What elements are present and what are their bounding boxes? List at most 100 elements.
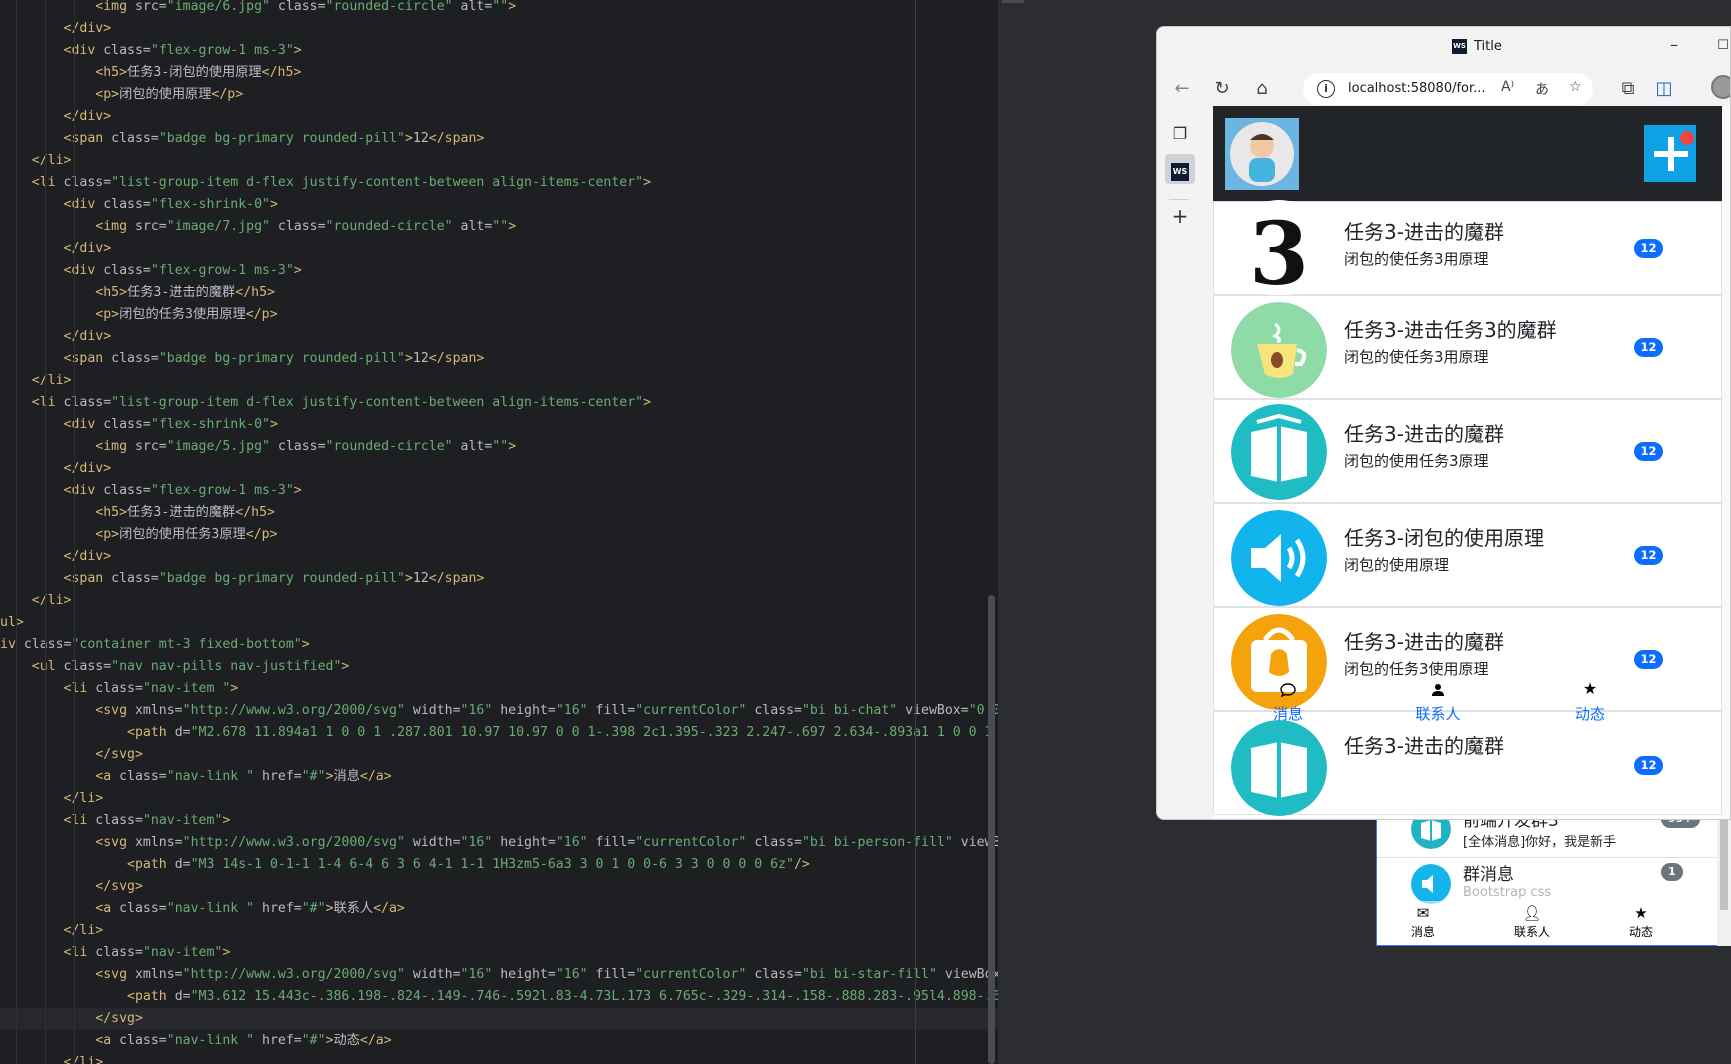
nav-messages[interactable]: ✉ 消息 <box>1393 901 1453 940</box>
code-line[interactable]: <li class="nav-item"> <box>0 942 998 964</box>
code-line[interactable]: <p>闭包的使用任务3原理</p> <box>0 524 998 546</box>
nav-moments[interactable]: ★ 动态 <box>1611 901 1671 940</box>
translate-icon[interactable]: あ <box>1535 79 1549 99</box>
code-line[interactable]: <div class="flex-grow-1 ms-3"> <box>0 480 998 502</box>
code-line[interactable]: <svg xmlns="http://www.w3.org/2000/svg" … <box>0 700 998 722</box>
maximize-button[interactable]: ☐ <box>1713 35 1730 57</box>
code-line[interactable]: <span class="badge bg-primary rounded-pi… <box>0 348 998 370</box>
tab-actions-icon[interactable]: ❐ <box>1165 119 1195 149</box>
code-line[interactable]: <span class="badge bg-primary rounded-pi… <box>0 568 998 590</box>
code-line[interactable]: </svg> <box>0 1008 998 1030</box>
code-line[interactable]: <h5>任务3-进击的魔群</h5> <box>0 502 998 524</box>
envelope-icon: ✉ <box>1416 904 1430 922</box>
code-line[interactable]: <li class="nav-item "> <box>0 678 998 700</box>
code-line[interactable]: <div class="flex-shrink-0"> <box>0 414 998 436</box>
code-line[interactable]: <div class="flex-grow-1 ms-3"> <box>0 260 998 282</box>
code-line[interactable]: <img src="image/5.jpg" class="rounded-ci… <box>0 436 998 458</box>
add-button[interactable] <box>1644 125 1696 182</box>
code-line[interactable]: </div> <box>0 326 998 348</box>
favorites-icon[interactable]: ☆ <box>1569 79 1582 95</box>
browser-essentials-icon[interactable]: ◫ <box>1649 75 1679 103</box>
code-token: width= <box>404 967 461 982</box>
code-line[interactable]: <h5>任务3-闭包的使用原理</h5> <box>0 62 998 84</box>
back-arrow-icon[interactable]: ← <box>1167 75 1197 103</box>
code-line[interactable]: </div> <box>0 458 998 480</box>
editor-scrollbar[interactable] <box>988 595 995 1064</box>
code-line[interactable]: <path d="M3 14s-1 0-1-1 1-4 6-4 6 3 6 4-… <box>0 854 998 876</box>
person-icon <box>1398 677 1478 703</box>
code-token: </p> <box>245 527 278 542</box>
code-line[interactable]: </li> <box>0 370 998 392</box>
read-aloud-icon[interactable]: A⁾ <box>1501 79 1514 95</box>
code-line[interactable]: <p>闭包的任务3使用原理</p> <box>0 304 998 326</box>
code-line[interactable]: <span class="badge bg-primary rounded-pi… <box>0 128 998 150</box>
list-item[interactable]: 3 任务3-进击的魔群 闭包的使任务3用原理 12 <box>1213 200 1722 296</box>
nav-contacts[interactable]: 👤︎ 联系人 <box>1502 901 1562 940</box>
code-line[interactable]: <path d="M2.678 11.894a1 1 0 0 1 .287.80… <box>0 722 998 744</box>
refresh-icon[interactable]: ↻ <box>1207 75 1237 103</box>
code-line[interactable]: <svg xmlns="http://www.w3.org/2000/svg" … <box>0 832 998 854</box>
status-badge: 12 <box>1634 546 1663 565</box>
code-line[interactable]: <h5>任务3-进击的魔群</h5> <box>0 282 998 304</box>
code-line[interactable]: </svg> <box>0 876 998 898</box>
code-token: class= <box>111 571 159 586</box>
code-line[interactable]: </div> <box>0 106 998 128</box>
code-line[interactable]: <div class="flex-grow-1 ms-3"> <box>0 40 998 62</box>
code-line[interactable]: <a class="nav-link " href="#">消息</a> <box>0 766 998 788</box>
code-line[interactable]: </li> <box>0 1052 998 1064</box>
code-line[interactable]: <a class="nav-link " href="#">动态</a> <box>0 1030 998 1052</box>
code-line[interactable]: <li class="nav-item"> <box>0 810 998 832</box>
code-line[interactable]: <ul class="nav nav-pills nav-justified"> <box>0 656 998 678</box>
nav-messages[interactable]: 消息 <box>1248 677 1328 724</box>
list-item[interactable]: 任务3-闭包的使用原理 闭包的使用原理 12 <box>1213 503 1722 607</box>
address-bar[interactable]: i localhost:58080/for... A⁾ あ ☆ <box>1303 73 1593 105</box>
code-line[interactable]: </li> <box>0 590 998 612</box>
code-line[interactable]: iv class="container mt-3 fixed-bottom"> <box>0 634 998 656</box>
profile-icon[interactable] <box>1711 75 1730 99</box>
page-scrollbar[interactable] <box>1717 800 1731 946</box>
new-tab-icon[interactable]: + <box>1165 201 1195 231</box>
code-line[interactable]: <li class="list-group-item d-flex justif… <box>0 392 998 414</box>
code-editor[interactable]: <img src="image/6.jpg" class="rounded-ci… <box>0 0 998 1064</box>
avatar[interactable] <box>1225 118 1299 190</box>
code-line[interactable]: </div> <box>0 546 998 568</box>
code-token: <svg <box>95 967 135 982</box>
code-token: "http://www.w3.org/2000/svg" <box>182 703 405 718</box>
list-item[interactable]: 任务3-进击任务3的魔群 闭包的使任务3用原理 12 <box>1213 295 1722 399</box>
code-line[interactable]: <div class="flex-shrink-0"> <box>0 194 998 216</box>
code-lines[interactable]: <img src="image/6.jpg" class="rounded-ci… <box>0 0 998 1064</box>
home-icon[interactable]: ⌂ <box>1247 75 1277 103</box>
sidebar-tab-webstorm[interactable]: WS <box>1165 154 1195 184</box>
code-token: class= <box>103 197 151 212</box>
nav-contacts[interactable]: 联系人 <box>1398 677 1478 724</box>
code-line[interactable]: <p>闭包的使用原理</p> <box>0 84 998 106</box>
title-bar[interactable]: WS Title – ☐ <box>1157 27 1730 67</box>
page-scrollbar[interactable] <box>1722 106 1730 819</box>
code-line[interactable]: </svg> <box>0 744 998 766</box>
extensions-icon[interactable]: ⧉ <box>1613 75 1643 103</box>
code-line[interactable]: <img src="image/7.jpg" class="rounded-ci… <box>0 216 998 238</box>
code-line[interactable]: <a class="nav-link " href="#">联系人</a> <box>0 898 998 920</box>
code-line[interactable]: <li class="list-group-item d-flex justif… <box>0 172 998 194</box>
code-line[interactable]: </li> <box>0 920 998 942</box>
code-line[interactable]: ul> <box>0 612 998 634</box>
code-line[interactable]: <img src="image/6.jpg" class="rounded-ci… <box>0 0 998 18</box>
nav-moments[interactable]: ★ 动态 <box>1550 677 1630 724</box>
code-line[interactable]: </div> <box>0 238 998 260</box>
code-line[interactable]: <path d="M3.612 15.443c-.386.198-.824-.1… <box>0 986 998 1008</box>
info-icon[interactable]: i <box>1317 80 1335 98</box>
minimize-button[interactable]: – <box>1662 35 1686 57</box>
list-item[interactable]: 任务3-进击的魔群 闭包的使用任务3原理 12 <box>1213 399 1722 503</box>
page-viewport[interactable]: 3 任务3-进击的魔群 闭包的使任务3用原理 12 任务3-进击任务3的魔群 闭… <box>1213 106 1730 819</box>
background-browser-window[interactable]: 前端开发群3 [全体消息]你好，我是新手 99+ 群消息 Bootstrap c… <box>1376 800 1731 946</box>
code-line[interactable]: </li> <box>0 150 998 172</box>
code-line[interactable]: </li> <box>0 788 998 810</box>
chat-icon <box>1248 677 1328 703</box>
browser-window[interactable]: WS Title – ☐ ← ↻ ⌂ i localhost:58080/for… <box>1156 26 1731 820</box>
item-subtitle: [全体消息]你好，我是新手 <box>1463 835 1617 850</box>
url-text[interactable]: localhost:58080/for... <box>1348 81 1486 96</box>
code-line[interactable]: </div> <box>0 18 998 40</box>
code-line[interactable]: <svg xmlns="http://www.w3.org/2000/svg" … <box>0 964 998 986</box>
